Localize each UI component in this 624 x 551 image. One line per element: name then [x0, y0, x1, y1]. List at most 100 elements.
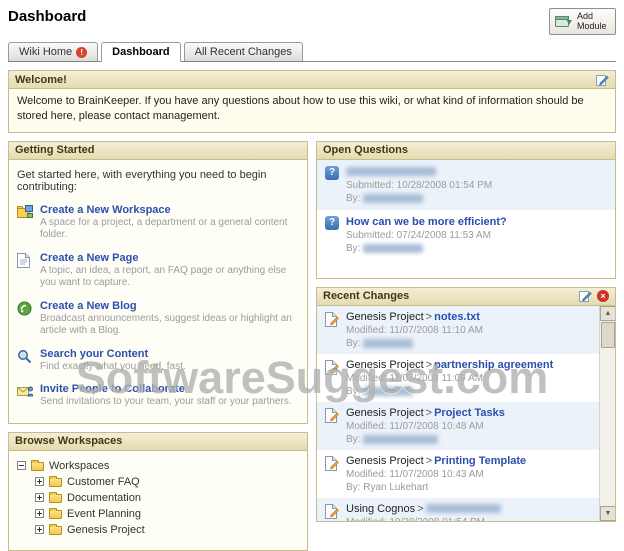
document-edit-icon [325, 359, 339, 397]
tree-item-genesis-project[interactable]: Genesis Project [17, 522, 299, 538]
tree-root-label: Workspaces [49, 460, 109, 472]
recent-change-text: Genesis Project>Printing Template Modifi… [346, 455, 526, 493]
question-link[interactable] [346, 166, 436, 178]
tree-item-customer-faq[interactable]: Customer FAQ [17, 474, 299, 490]
collapse-icon[interactable] [17, 461, 26, 470]
close-icon[interactable] [597, 290, 609, 302]
change-author: By: Ryan Lukehart [346, 482, 526, 493]
browse-workspaces-module: Browse Workspaces Workspaces Customer FA… [8, 432, 308, 551]
scroll-down-button[interactable] [600, 506, 615, 521]
recent-change-row: Genesis Project>notes.txt Modified: 11/0… [317, 306, 599, 354]
question-icon [325, 216, 339, 230]
question-item-text: How can we be more efficient? Submitted:… [346, 216, 507, 254]
create-workspace-link[interactable]: Create a New Workspace [40, 204, 171, 216]
by-label: By: [346, 386, 360, 397]
expand-icon[interactable] [35, 493, 44, 502]
tree-item-documentation[interactable]: Documentation [17, 490, 299, 506]
create-blog-link[interactable]: Create a New Blog [40, 300, 137, 312]
redacted-text [363, 339, 413, 348]
workspace-name: Genesis Project [346, 359, 424, 371]
change-modified: Modified: 11/07/2008 11:10 AM [346, 325, 483, 336]
welcome-text: Welcome to BrainKeeper. If you have any … [9, 89, 615, 132]
page-link[interactable]: partnership agreement [434, 359, 553, 371]
change-modified: Modified: 11/07/2008 10:43 AM [346, 469, 526, 480]
getting-started-item: Create a New Page A topic, an idea, a re… [17, 252, 299, 290]
new-page-icon [17, 252, 33, 290]
scroll-thumb[interactable] [601, 322, 615, 348]
breadcrumb-separator: > [426, 359, 432, 371]
open-questions-title: Open Questions [323, 144, 408, 156]
left-column: Getting Started Get started here, with e… [8, 133, 308, 551]
question-item: Submitted: 10/28/2008 01:54 PM By: [317, 160, 615, 210]
edit-icon[interactable] [579, 290, 592, 302]
recent-changes-scrollbar[interactable] [599, 306, 615, 521]
recent-changes-title: Recent Changes [323, 290, 409, 302]
by-label: By: [346, 193, 360, 204]
by-label: By: [346, 434, 360, 445]
getting-started-item-text: Create a New Workspace A space for a pro… [40, 204, 299, 242]
getting-started-item-text: Create a New Page A topic, an idea, a re… [40, 252, 299, 290]
tree-root-workspaces[interactable]: Workspaces [17, 458, 299, 474]
change-title: Genesis Project>Project Tasks [346, 407, 505, 419]
tab-all-recent-changes-label: All Recent Changes [195, 46, 292, 58]
author-name: Ryan Lukehart [363, 482, 428, 493]
workspace-name: Using Cognos [346, 503, 415, 515]
by-label: By: [346, 482, 360, 493]
workspace-name: Genesis Project [346, 311, 424, 323]
page-link[interactable]: notes.txt [434, 311, 480, 323]
document-edit-icon [325, 503, 339, 521]
question-submitted: Submitted: 07/24/2008 11:53 AM [346, 230, 507, 241]
recent-changes-list: Genesis Project>notes.txt Modified: 11/0… [317, 306, 599, 521]
folder-icon [49, 478, 62, 487]
by-label: By: [346, 338, 360, 349]
tab-wiki-home[interactable]: Wiki Home [8, 42, 98, 61]
getting-started-intro: Get started here, with everything you ne… [17, 169, 299, 193]
edit-icon[interactable] [596, 74, 609, 86]
scroll-up-button[interactable] [600, 306, 615, 321]
create-workspace-desc: A space for a project, a department or a… [40, 217, 299, 242]
change-modified: Modified: 11/07/2008 11:09 AM [346, 373, 553, 384]
create-page-link[interactable]: Create a New Page [40, 252, 138, 264]
search-content-link[interactable]: Search your Content [40, 348, 148, 360]
document-edit-icon [325, 407, 339, 445]
add-module-button[interactable]: Add Module [549, 8, 616, 35]
getting-started-item: Search your Content Find exactly what yo… [17, 348, 299, 374]
getting-started-item: Create a New Blog Broadcast announcement… [17, 300, 299, 338]
page-title: Dashboard [8, 8, 616, 25]
recent-change-text: Using Cognos> Modified: 10/28/2008 01:54… [346, 503, 501, 521]
page-link[interactable]: Project Tasks [434, 407, 505, 419]
right-column: Open Questions Submitted: 10/28/2008 01:… [316, 133, 616, 522]
recent-change-row: Genesis Project>Project Tasks Modified: … [317, 402, 599, 450]
expand-icon[interactable] [35, 477, 44, 486]
search-icon [17, 348, 33, 374]
question-link[interactable]: How can we be more efficient? [346, 216, 507, 228]
recent-changes-header: Recent Changes [317, 288, 615, 306]
getting-started-body: Get started here, with everything you ne… [9, 160, 307, 423]
search-content-desc: Find exactly what you need, fast. [40, 361, 186, 374]
tab-all-recent-changes[interactable]: All Recent Changes [184, 42, 303, 61]
dashboard-page: Dashboard Add Module Wiki Home Dashboard… [0, 0, 624, 551]
breadcrumb-separator: > [417, 503, 423, 515]
welcome-module: Welcome! Welcome to BrainKeeper. If you … [8, 70, 616, 133]
expand-icon[interactable] [35, 509, 44, 518]
welcome-title: Welcome! [15, 74, 67, 86]
page-link[interactable]: Printing Template [434, 455, 526, 467]
redacted-text [346, 167, 436, 176]
expand-icon[interactable] [35, 525, 44, 534]
page-link[interactable] [426, 503, 501, 515]
by-label: By: [346, 243, 360, 254]
tree-item-label: Documentation [67, 492, 141, 504]
tree-item-event-planning[interactable]: Event Planning [17, 506, 299, 522]
workspace-name: Genesis Project [346, 455, 424, 467]
question-submitted: Submitted: 10/28/2008 01:54 PM [346, 180, 492, 191]
folder-icon [49, 510, 62, 519]
change-title: Genesis Project>notes.txt [346, 311, 483, 323]
tab-bar: Wiki Home Dashboard All Recent Changes [8, 38, 616, 62]
change-author: By: [346, 338, 483, 349]
alert-icon [76, 47, 87, 58]
invite-people-link[interactable]: Invite People to Collaborate [40, 383, 185, 395]
workspace-name: Genesis Project [346, 407, 424, 419]
getting-started-item-text: Create a New Blog Broadcast announcement… [40, 300, 299, 338]
open-questions-module: Open Questions Submitted: 10/28/2008 01:… [316, 141, 616, 279]
tab-dashboard[interactable]: Dashboard [101, 42, 180, 62]
